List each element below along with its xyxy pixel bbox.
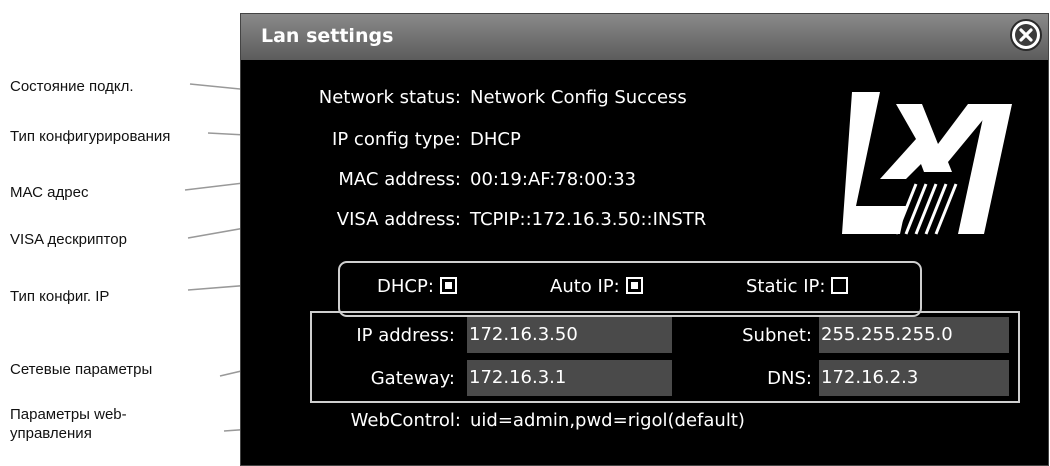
static-ip-option[interactable]: Static IP: (746, 276, 849, 297)
lan-settings-dialog: Lan settings Network status: Network Con… (240, 13, 1049, 466)
ip-config-type-label: IP config type: (332, 129, 461, 150)
mac-address-label: MAC address: (338, 169, 461, 190)
dns-label: DNS: (767, 368, 812, 389)
lxi-logo (842, 92, 1012, 235)
ip-config-type-group: DHCP: Auto IP: Static IP: (338, 261, 922, 317)
close-button[interactable] (1010, 19, 1042, 51)
dialog-titlebar: Lan settings (241, 14, 1048, 60)
dns-field[interactable]: 172.16.2.3 (819, 360, 1009, 396)
visa-address-value: TCPIP::172.16.3.50::INSTR (470, 209, 707, 230)
ip-address-label: IP address: (356, 325, 455, 346)
dhcp-label: DHCP: (377, 276, 434, 297)
static-ip-checkbox[interactable] (831, 277, 849, 294)
dhcp-option[interactable]: DHCP: (377, 276, 457, 297)
webcontrol-value: uid=admin,pwd=rigol(default) (470, 410, 745, 431)
auto-ip-option[interactable]: Auto IP: (550, 276, 643, 297)
subnet-label: Subnet: (742, 325, 812, 346)
auto-ip-checkbox[interactable] (625, 277, 643, 294)
ip-address-field[interactable]: 172.16.3.50 (467, 317, 672, 353)
auto-ip-label: Auto IP: (550, 276, 620, 297)
ip-config-type-value: DHCP (470, 129, 521, 150)
gateway-label: Gateway: (370, 368, 455, 389)
dhcp-checkbox[interactable] (439, 277, 457, 294)
subnet-field[interactable]: 255.255.255.0 (819, 317, 1009, 353)
dialog-title: Lan settings (261, 25, 394, 47)
webcontrol-label: WebControl: (350, 410, 461, 431)
network-status-label: Network status: (318, 87, 461, 108)
mac-address-value: 00:19:AF:78:00:33 (470, 169, 637, 190)
close-icon (1015, 24, 1037, 46)
network-status-value: Network Config Success (470, 87, 687, 108)
visa-address-label: VISA address: (336, 209, 461, 230)
static-ip-label: Static IP: (746, 276, 826, 297)
gateway-field[interactable]: 172.16.3.1 (467, 360, 672, 396)
network-parameters-group: IP address: 172.16.3.50 Subnet: 255.255.… (310, 311, 1020, 403)
